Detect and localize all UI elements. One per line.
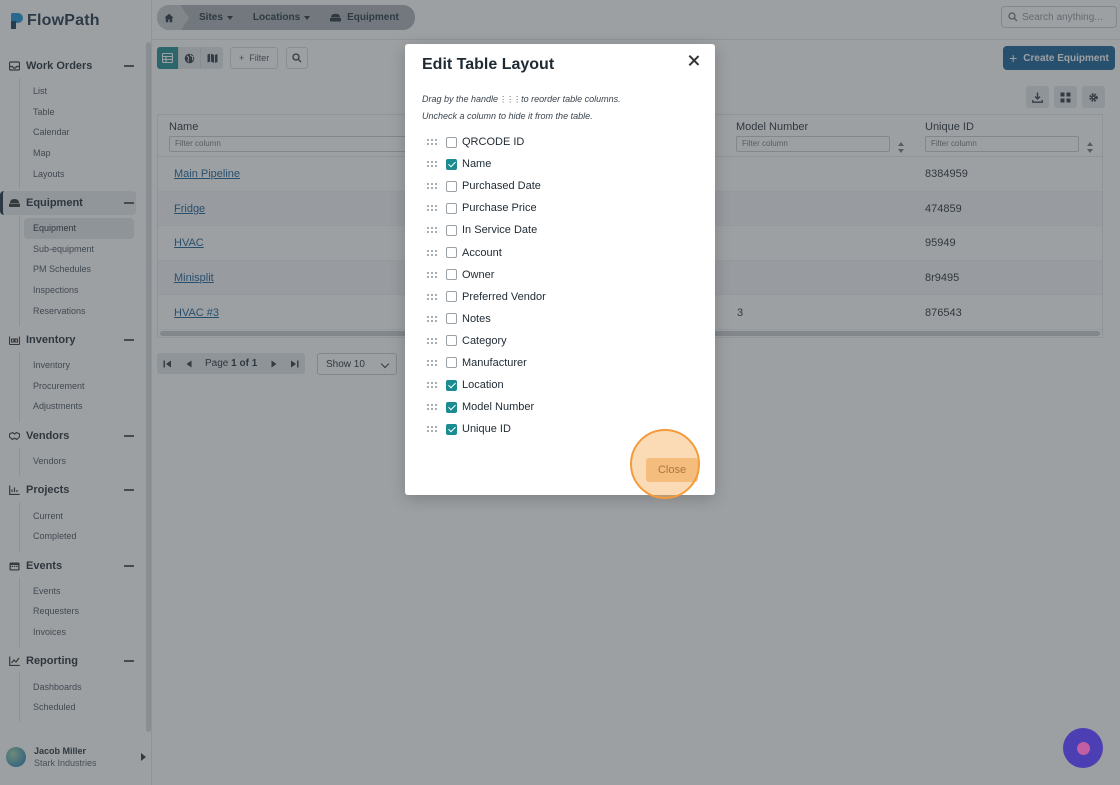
- column-checkbox[interactable]: [446, 158, 457, 170]
- column-option-label: Manufacturer: [462, 356, 527, 369]
- column-option-label: Preferred Vendor: [462, 290, 546, 303]
- column-option-in-service-date[interactable]: In Service Date: [427, 219, 687, 241]
- drag-handle-icon[interactable]: [427, 426, 439, 433]
- column-checkbox[interactable]: [446, 401, 457, 413]
- column-checkbox[interactable]: [446, 291, 457, 303]
- close-icon[interactable]: [687, 54, 701, 68]
- column-option-qrcode-id[interactable]: QRCODE ID: [427, 131, 687, 153]
- column-option-account[interactable]: Account: [427, 241, 687, 263]
- column-option-name[interactable]: Name: [427, 153, 687, 175]
- drag-handle-icon[interactable]: [427, 359, 439, 366]
- dialog-instructions: Drag by the handle⋮⋮⋮to reorder table co…: [422, 91, 621, 125]
- column-option-label: Notes: [462, 312, 491, 325]
- column-checkbox[interactable]: [446, 379, 457, 391]
- dialog-title: Edit Table Layout: [422, 56, 555, 73]
- drag-handle-icon[interactable]: [427, 293, 439, 300]
- drag-handle-icon[interactable]: [427, 161, 439, 168]
- column-checkbox[interactable]: [446, 335, 457, 347]
- column-option-label: In Service Date: [462, 224, 538, 237]
- drag-handle-icon[interactable]: [427, 404, 439, 411]
- hint-line-1-start: Drag by the handle: [422, 94, 499, 104]
- column-option-label: QRCODE ID: [462, 136, 525, 149]
- column-option-category[interactable]: Category: [427, 330, 687, 352]
- chat-button[interactable]: [1063, 728, 1103, 768]
- column-option-unique-id[interactable]: Unique ID: [427, 418, 687, 440]
- column-option-label: Unique ID: [462, 423, 511, 436]
- column-checkbox[interactable]: [446, 313, 457, 325]
- column-checkbox[interactable]: [446, 136, 457, 148]
- close-button[interactable]: Close: [646, 458, 698, 482]
- hint-line-1-end: to reorder table columns.: [521, 94, 621, 104]
- column-option-owner[interactable]: Owner: [427, 264, 687, 286]
- column-option-model-number[interactable]: Model Number: [427, 396, 687, 418]
- drag-handle-icon[interactable]: [427, 315, 439, 322]
- column-checkbox[interactable]: [446, 202, 457, 214]
- column-option-purchased-date[interactable]: Purchased Date: [427, 175, 687, 197]
- column-option-label: Location: [462, 379, 504, 392]
- drag-handle-icon[interactable]: [427, 249, 439, 256]
- column-option-label: Model Number: [462, 401, 535, 414]
- drag-handle-icon[interactable]: [427, 227, 439, 234]
- column-option-label: Account: [462, 246, 502, 259]
- drag-handle-icon: ⋮⋮⋮: [499, 95, 521, 104]
- column-option-manufacturer[interactable]: Manufacturer: [427, 352, 687, 374]
- column-option-preferred-vendor[interactable]: Preferred Vendor: [427, 286, 687, 308]
- drag-handle-icon[interactable]: [427, 205, 439, 212]
- column-option-label: Purchased Date: [462, 180, 541, 193]
- column-list: QRCODE ID Name Purchased Date Purchase Pric…: [427, 131, 687, 440]
- drag-handle-icon[interactable]: [427, 139, 439, 146]
- column-option-notes[interactable]: Notes: [427, 308, 687, 330]
- hint-line-2: Uncheck a column to hide it from the tab…: [422, 111, 593, 121]
- column-option-location[interactable]: Location: [427, 374, 687, 396]
- edit-table-layout-dialog: Edit Table Layout Drag by the handle⋮⋮⋮t…: [405, 44, 715, 495]
- drag-handle-icon[interactable]: [427, 183, 439, 190]
- column-option-label: Name: [462, 158, 492, 171]
- drag-handle-icon[interactable]: [427, 337, 439, 344]
- column-option-label: Category: [462, 334, 507, 347]
- column-checkbox[interactable]: [446, 224, 457, 236]
- drag-handle-icon[interactable]: [427, 271, 439, 278]
- drag-handle-icon[interactable]: [427, 382, 439, 389]
- column-checkbox[interactable]: [446, 423, 457, 435]
- hint-line-1: Drag by the handle⋮⋮⋮to reorder table co…: [422, 91, 621, 108]
- column-checkbox[interactable]: [446, 180, 457, 192]
- column-option-purchase-price[interactable]: Purchase Price: [427, 197, 687, 219]
- column-checkbox[interactable]: [446, 357, 457, 369]
- column-checkbox[interactable]: [446, 269, 457, 281]
- column-checkbox[interactable]: [446, 247, 457, 259]
- column-option-label: Owner: [462, 268, 495, 281]
- column-option-label: Purchase Price: [462, 202, 537, 215]
